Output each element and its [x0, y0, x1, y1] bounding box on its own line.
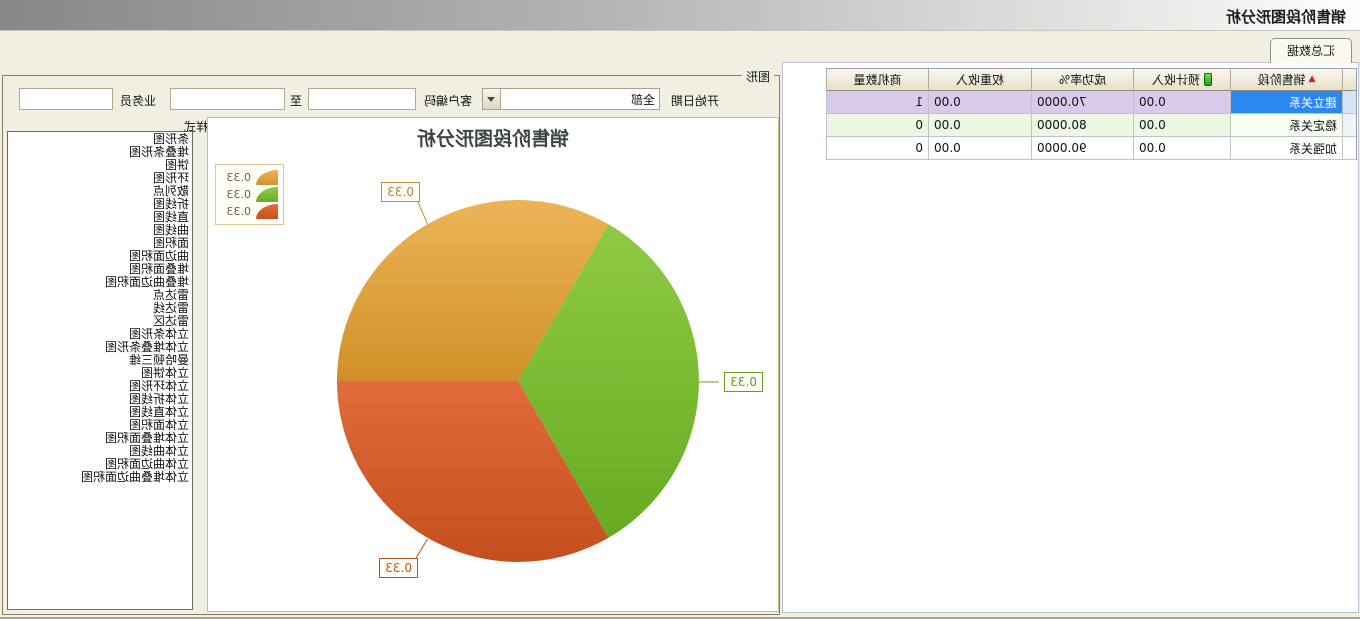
legend-value: 0.33 — [227, 205, 252, 218]
chart-group-label: 图形 — [742, 68, 774, 85]
customer-code-label: 客户编码 — [424, 92, 472, 109]
customer-code-to-input[interactable] — [170, 88, 285, 110]
header-expected-income[interactable]: 预计收入 — [1133, 69, 1230, 91]
cell-stage[interactable]: 加强关系 — [1230, 137, 1342, 160]
date-range-value: 全部 — [501, 91, 659, 108]
cell-expected[interactable]: 0.00 — [1133, 137, 1230, 160]
cell-count[interactable]: 0 — [826, 137, 928, 160]
chart-legend: 0.33 0.33 0.33 — [215, 164, 284, 225]
list-item[interactable]: 立体堆叠曲边面积图 — [8, 471, 192, 484]
table-row: 加强关系 0.00 90.0000 0.00 0 — [826, 137, 1356, 160]
combo-dropdown-button[interactable] — [483, 89, 501, 109]
salesman-input[interactable] — [19, 88, 113, 110]
slice-value-label: 0.33 — [379, 558, 418, 578]
cell-count[interactable]: 0 — [826, 114, 928, 137]
page-title: 销售阶段图形分析 — [0, 0, 1360, 27]
cell-weighted[interactable]: 0.00 — [928, 91, 1031, 114]
start-date-label: 开始日期 — [671, 92, 719, 109]
header-opportunity-count[interactable]: 商机数量 — [826, 69, 928, 91]
legend-swatch-orange — [256, 170, 278, 185]
summary-table-panel: ▲ 销售阶段 预计收入 成功率% 权重收入 商机数量 建立关系 0.00 70.… — [782, 62, 1359, 613]
tab-summary-data[interactable]: 汇总数据 — [1270, 38, 1352, 63]
legend-swatch-red — [256, 204, 278, 219]
cell-rate[interactable]: 90.0000 — [1031, 137, 1133, 160]
table-row: 建立关系 0.00 70.0000 0.00 1 — [826, 91, 1356, 114]
header-success-rate[interactable]: 成功率% — [1031, 69, 1133, 91]
cell-rate[interactable]: 70.0000 — [1031, 91, 1133, 114]
legend-value: 0.33 — [227, 171, 252, 184]
header-stage[interactable]: ▲ 销售阶段 — [1230, 69, 1342, 91]
cell-stage[interactable]: 稳定关系 — [1230, 114, 1342, 137]
to-label: 至 — [290, 92, 302, 109]
legend-row: 0.33 — [221, 187, 278, 202]
app-window: 销售阶段图形分析 汇总数据 ▲ 销售阶段 预计收入 成功率% 权重收入 商机数量 — [0, 0, 1360, 619]
salesman-label: 业务员 — [120, 92, 156, 109]
slice-value-label: 0.33 — [724, 372, 763, 392]
cell-weighted[interactable]: 0.00 — [928, 137, 1031, 160]
cell-rate[interactable]: 80.0000 — [1031, 114, 1133, 137]
header-expected-income-label: 预计收入 — [1152, 71, 1200, 88]
row-indicator[interactable] — [1342, 137, 1356, 160]
legend-row: 0.33 — [221, 170, 278, 185]
title-bar: 销售阶段图形分析 — [0, 0, 1360, 31]
stage-table: ▲ 销售阶段 预计收入 成功率% 权重收入 商机数量 建立关系 0.00 70.… — [826, 68, 1357, 160]
cell-count[interactable]: 1 — [826, 91, 928, 114]
cell-stage[interactable]: 建立关系 — [1230, 91, 1342, 114]
date-range-combobox[interactable]: 全部 — [482, 88, 660, 110]
header-weighted-income[interactable]: 权重收入 — [928, 69, 1031, 91]
cell-weighted[interactable]: 0.00 — [928, 114, 1031, 137]
cell-expected[interactable]: 0.00 — [1133, 114, 1230, 137]
customer-code-from-input[interactable] — [308, 88, 416, 110]
row-indicator[interactable] — [1342, 114, 1356, 137]
chevron-down-icon — [488, 97, 496, 102]
legend-value: 0.33 — [227, 188, 252, 201]
legend-swatch-green — [256, 187, 278, 202]
slice-value-label: 0.33 — [381, 182, 420, 202]
table-header-row: ▲ 销售阶段 预计收入 成功率% 权重收入 商机数量 — [826, 69, 1356, 91]
row-indicator[interactable] — [1342, 91, 1356, 114]
pie-chart-area: 销售阶段图形分析 0.33 0.33 0.33 0.33 0.33 — [207, 117, 779, 612]
pie-chart — [208, 118, 778, 611]
green-bar-icon — [1204, 73, 1212, 86]
chart-type-listbox[interactable]: 条形图 堆叠条形图 饼图 环形图 散列点 折线图 直线图 曲线图 面积图 曲边面… — [7, 131, 193, 610]
sort-ascending-icon: ▲ — [1309, 75, 1316, 84]
header-stage-label: 销售阶段 — [1258, 71, 1306, 88]
label-connector — [418, 202, 428, 224]
label-connector — [416, 539, 428, 558]
table-row: 稳定关系 0.00 80.0000 0.00 0 — [826, 114, 1356, 137]
cell-expected[interactable]: 0.00 — [1133, 91, 1230, 114]
legend-row: 0.33 — [221, 204, 278, 219]
row-indicator-header — [1342, 69, 1356, 91]
